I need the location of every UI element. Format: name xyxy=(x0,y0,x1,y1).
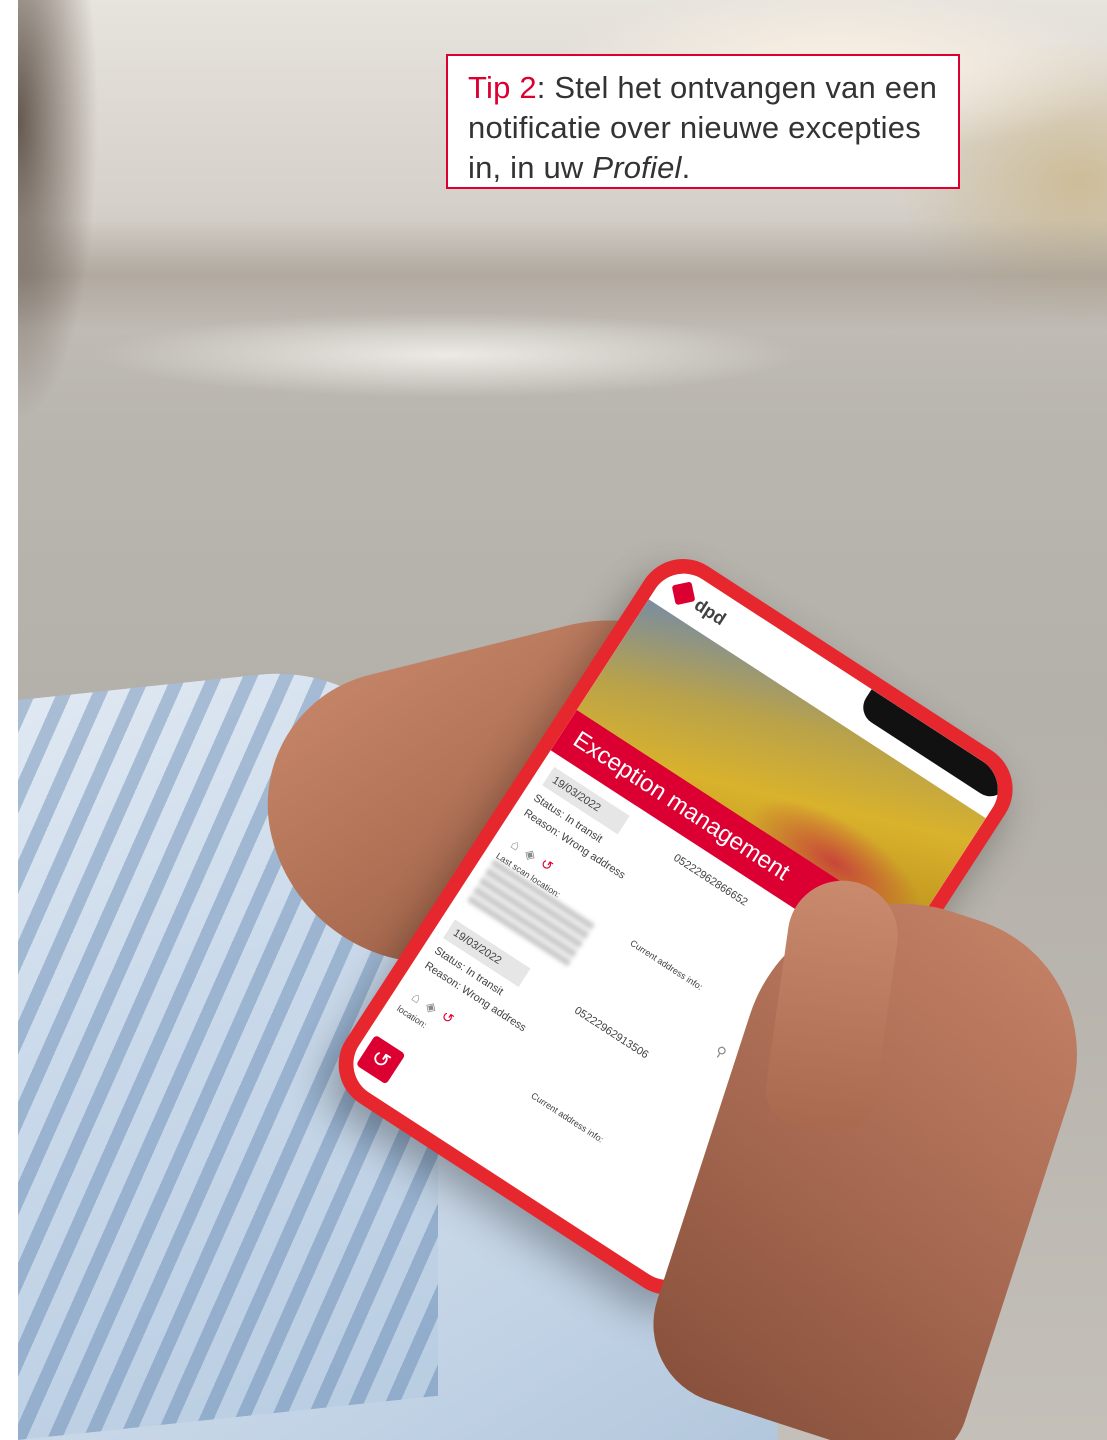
pin-icon[interactable]: ⚲ xyxy=(712,1042,729,1062)
tip-text-end: . xyxy=(681,150,691,185)
tip-callout: Tip 2: Stel het ontvangen van een notifi… xyxy=(446,54,960,189)
dpd-logo-icon xyxy=(671,581,696,606)
tip-text: : Stel het ontvangen van een notificatie… xyxy=(468,70,938,185)
profile-link-text: Profiel xyxy=(592,150,682,185)
brand-name: dpd xyxy=(690,594,730,630)
hair xyxy=(18,0,108,420)
current-address-label: Current address info: xyxy=(529,1090,606,1145)
current-address-label: Current address info: xyxy=(628,937,705,993)
background-wall xyxy=(18,220,1107,330)
tip-label: Tip 2 xyxy=(468,70,537,105)
